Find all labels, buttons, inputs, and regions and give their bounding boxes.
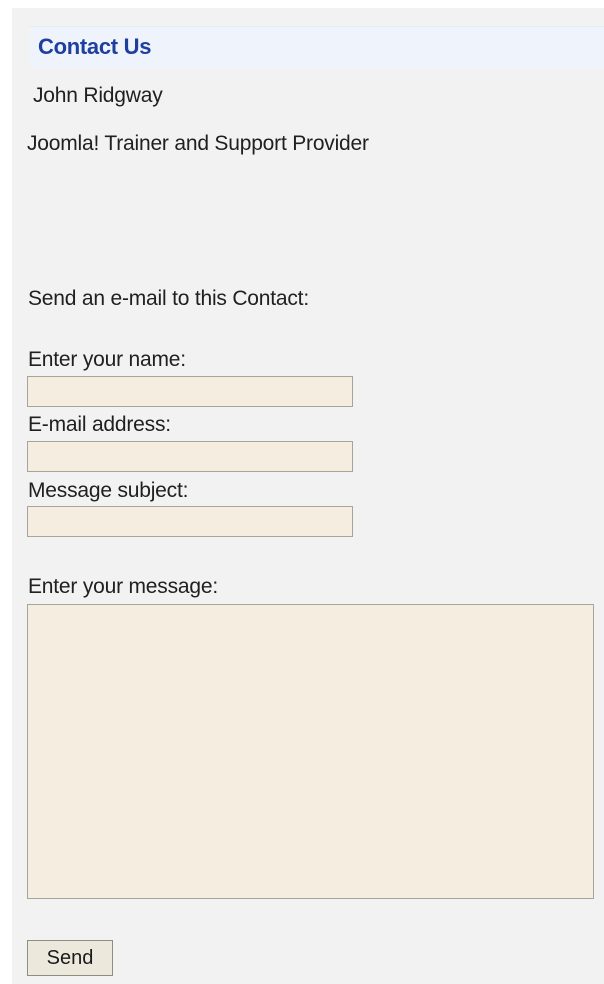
contact-position: Joomla! Trainer and Support Provider [27,132,369,155]
subject-label: Message subject: [28,479,189,502]
send-button[interactable]: Send [27,940,113,976]
name-input[interactable] [27,376,353,407]
email-label: E-mail address: [28,413,171,436]
form-intro: Send an e-mail to this Contact: [28,287,309,310]
email-input[interactable] [27,441,353,472]
message-label: Enter your message: [28,575,218,598]
contact-name: John Ridgway [33,84,163,107]
name-label: Enter your name: [28,348,186,371]
message-textarea[interactable] [27,604,594,899]
subject-input[interactable] [27,506,353,537]
page-title: Contact Us [38,34,152,59]
